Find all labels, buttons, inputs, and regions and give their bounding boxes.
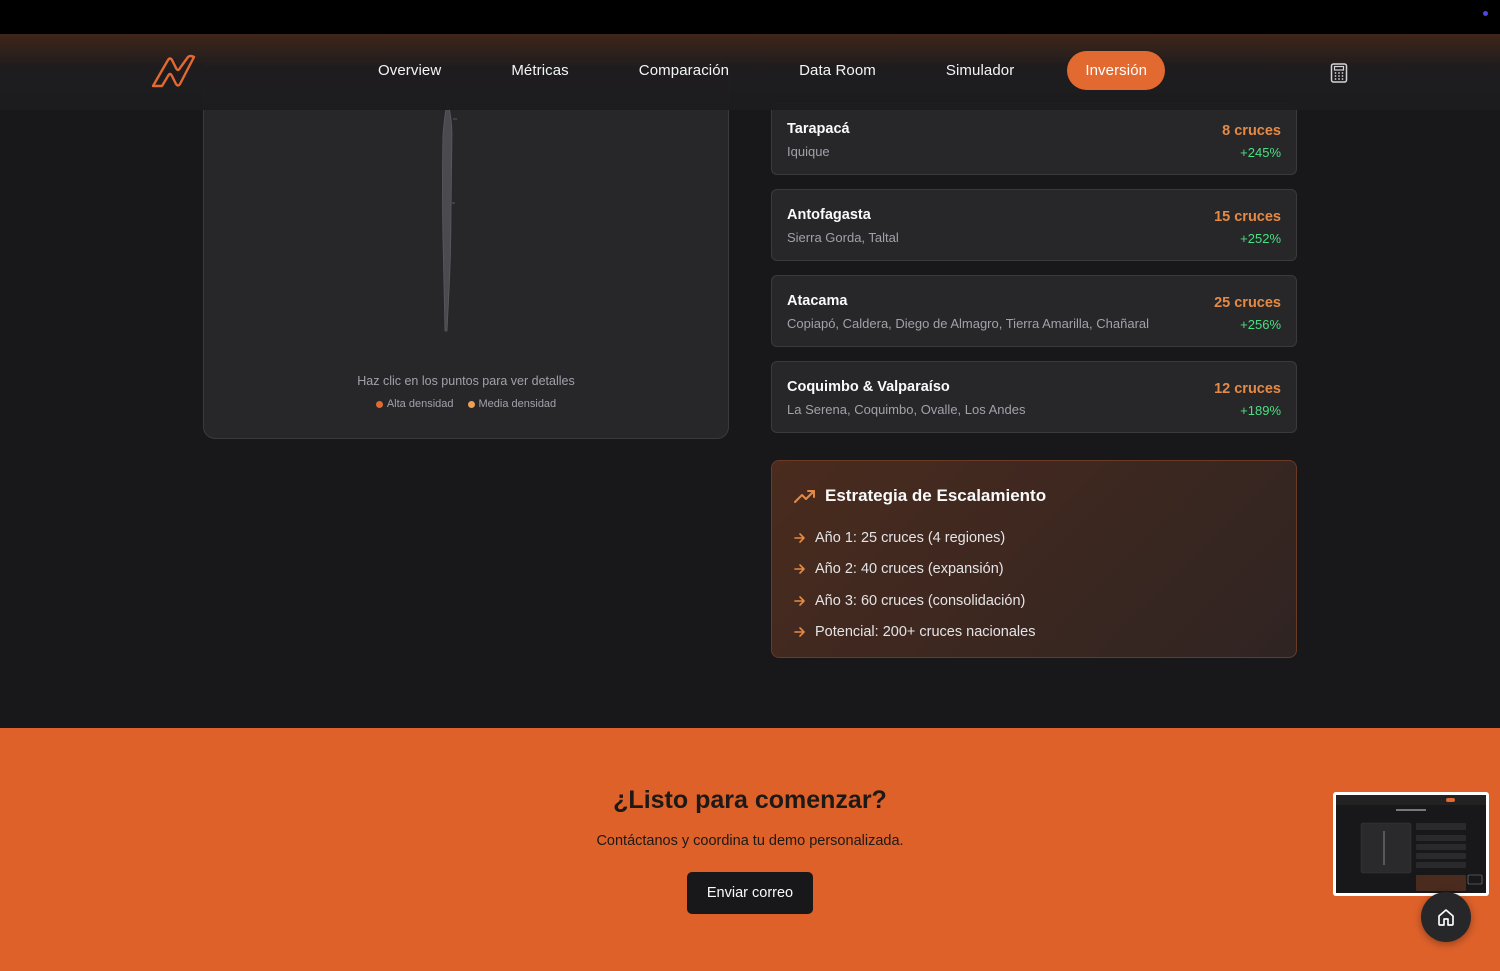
- region-crosses: 12 cruces: [1214, 381, 1281, 397]
- send-email-button[interactable]: Enviar correo: [687, 872, 813, 914]
- cta-title: ¿Listo para comenzar?: [613, 786, 887, 814]
- nav-link-overview[interactable]: Overview: [343, 51, 476, 90]
- regions-list: Tarapacá Iquique 8 cruces +245% Antofaga…: [771, 103, 1297, 447]
- cta-subtitle: Contáctanos y coordina tu demo personali…: [596, 833, 904, 849]
- legend-item-medium: Media densidad: [467, 398, 557, 410]
- arrow-right-icon: [794, 532, 805, 543]
- strategy-item: Año 2: 40 cruces (expansión): [794, 554, 1035, 586]
- map-hint: Haz clic en los puntos para ver detalles: [357, 374, 575, 388]
- page-preview-graphic: [1336, 795, 1486, 891]
- strategy-item: Año 3: 60 cruces (consolidación): [794, 585, 1035, 617]
- cta-section: ¿Listo para comenzar? Contáctanos y coor…: [0, 728, 1500, 971]
- chile-map-shape[interactable]: [440, 101, 460, 333]
- page-preview-image: [1336, 795, 1486, 893]
- region-crosses: 8 cruces: [1222, 123, 1281, 139]
- nav-link-inversion[interactable]: Inversión: [1067, 51, 1166, 90]
- region-cities: Iquique: [787, 144, 830, 159]
- system-top-bar: [0, 0, 1500, 34]
- region-cities: La Serena, Coquimbo, Ovalle, Los Andes: [787, 402, 1026, 417]
- nav-links: Overview Métricas Comparación Data Room …: [343, 51, 1166, 90]
- main-navigation: Overview Métricas Comparación Data Room …: [0, 34, 1500, 110]
- nav-link-simulador[interactable]: Simulador: [911, 51, 1049, 90]
- scaling-strategy-card: Estrategia de Escalamiento Año 1: 25 cru…: [771, 460, 1297, 658]
- region-name: Coquimbo & Valparaíso: [787, 379, 950, 395]
- home-button[interactable]: [1421, 892, 1471, 942]
- strategy-item-text: Año 2: 40 cruces (expansión): [815, 561, 1004, 578]
- arrow-right-icon: [794, 595, 805, 606]
- strategy-item: Potencial: 200+ cruces nacionales: [794, 617, 1035, 649]
- status-dot: [1483, 11, 1488, 16]
- region-cities: Copiapó, Caldera, Diego de Almagro, Tier…: [787, 316, 1150, 331]
- region-name: Tarapacá: [787, 121, 850, 137]
- strategy-item: Año 1: 25 cruces (4 regiones): [794, 522, 1035, 554]
- legend-dot-high: [375, 400, 383, 408]
- region-cities: Sierra Gorda, Taltal: [787, 230, 899, 245]
- region-name: Atacama: [787, 293, 848, 309]
- strategy-item-text: Año 3: 60 cruces (consolidación): [815, 592, 1026, 609]
- territory-map-card: Haz clic en los puntos para ver detalles…: [203, 60, 729, 439]
- region-card-antofagasta[interactable]: Antofagasta Sierra Gorda, Taltal 15 cruc…: [771, 189, 1297, 261]
- strategy-item-text: Año 1: 25 cruces (4 regiones): [815, 529, 1006, 546]
- region-growth: +189%: [1240, 403, 1281, 418]
- map-legend: Alta densidad Media densidad: [204, 398, 728, 410]
- region-crosses: 15 cruces: [1214, 209, 1281, 225]
- nav-link-data-room[interactable]: Data Room: [764, 51, 911, 90]
- page-preview-thumbnail[interactable]: [1333, 792, 1489, 896]
- brand-logo-icon[interactable]: [150, 54, 198, 90]
- region-crosses: 25 cruces: [1214, 295, 1281, 311]
- arrow-right-icon: [794, 627, 805, 638]
- region-card-coquimbo-valparaiso[interactable]: Coquimbo & Valparaíso La Serena, Coquimb…: [771, 361, 1297, 433]
- strategy-item-text: Potencial: 200+ cruces nacionales: [815, 624, 1036, 641]
- legend-label-medium: Media densidad: [478, 398, 557, 410]
- calculator-icon[interactable]: [1330, 63, 1348, 83]
- legend-item-high: Alta densidad: [375, 398, 454, 410]
- region-card-tarapaca[interactable]: Tarapacá Iquique 8 cruces +245%: [771, 103, 1297, 175]
- nav-link-comparacion[interactable]: Comparación: [604, 51, 764, 90]
- strategy-title: Estrategia de Escalamiento: [825, 486, 1047, 505]
- region-growth: +252%: [1240, 231, 1281, 246]
- region-growth: +256%: [1240, 317, 1281, 332]
- legend-dot-medium: [467, 400, 475, 408]
- region-card-atacama[interactable]: Atacama Copiapó, Caldera, Diego de Almag…: [771, 275, 1297, 347]
- strategy-list: Año 1: 25 cruces (4 regiones) Año 2: 40 …: [794, 522, 1035, 648]
- nav-link-metricas[interactable]: Métricas: [476, 51, 603, 90]
- home-icon: [1438, 909, 1454, 926]
- legend-label-high: Alta densidad: [386, 398, 454, 410]
- region-growth: +245%: [1240, 145, 1281, 160]
- arrow-right-icon: [794, 564, 805, 575]
- trending-up-icon: [794, 490, 815, 503]
- region-name: Antofagasta: [787, 207, 871, 223]
